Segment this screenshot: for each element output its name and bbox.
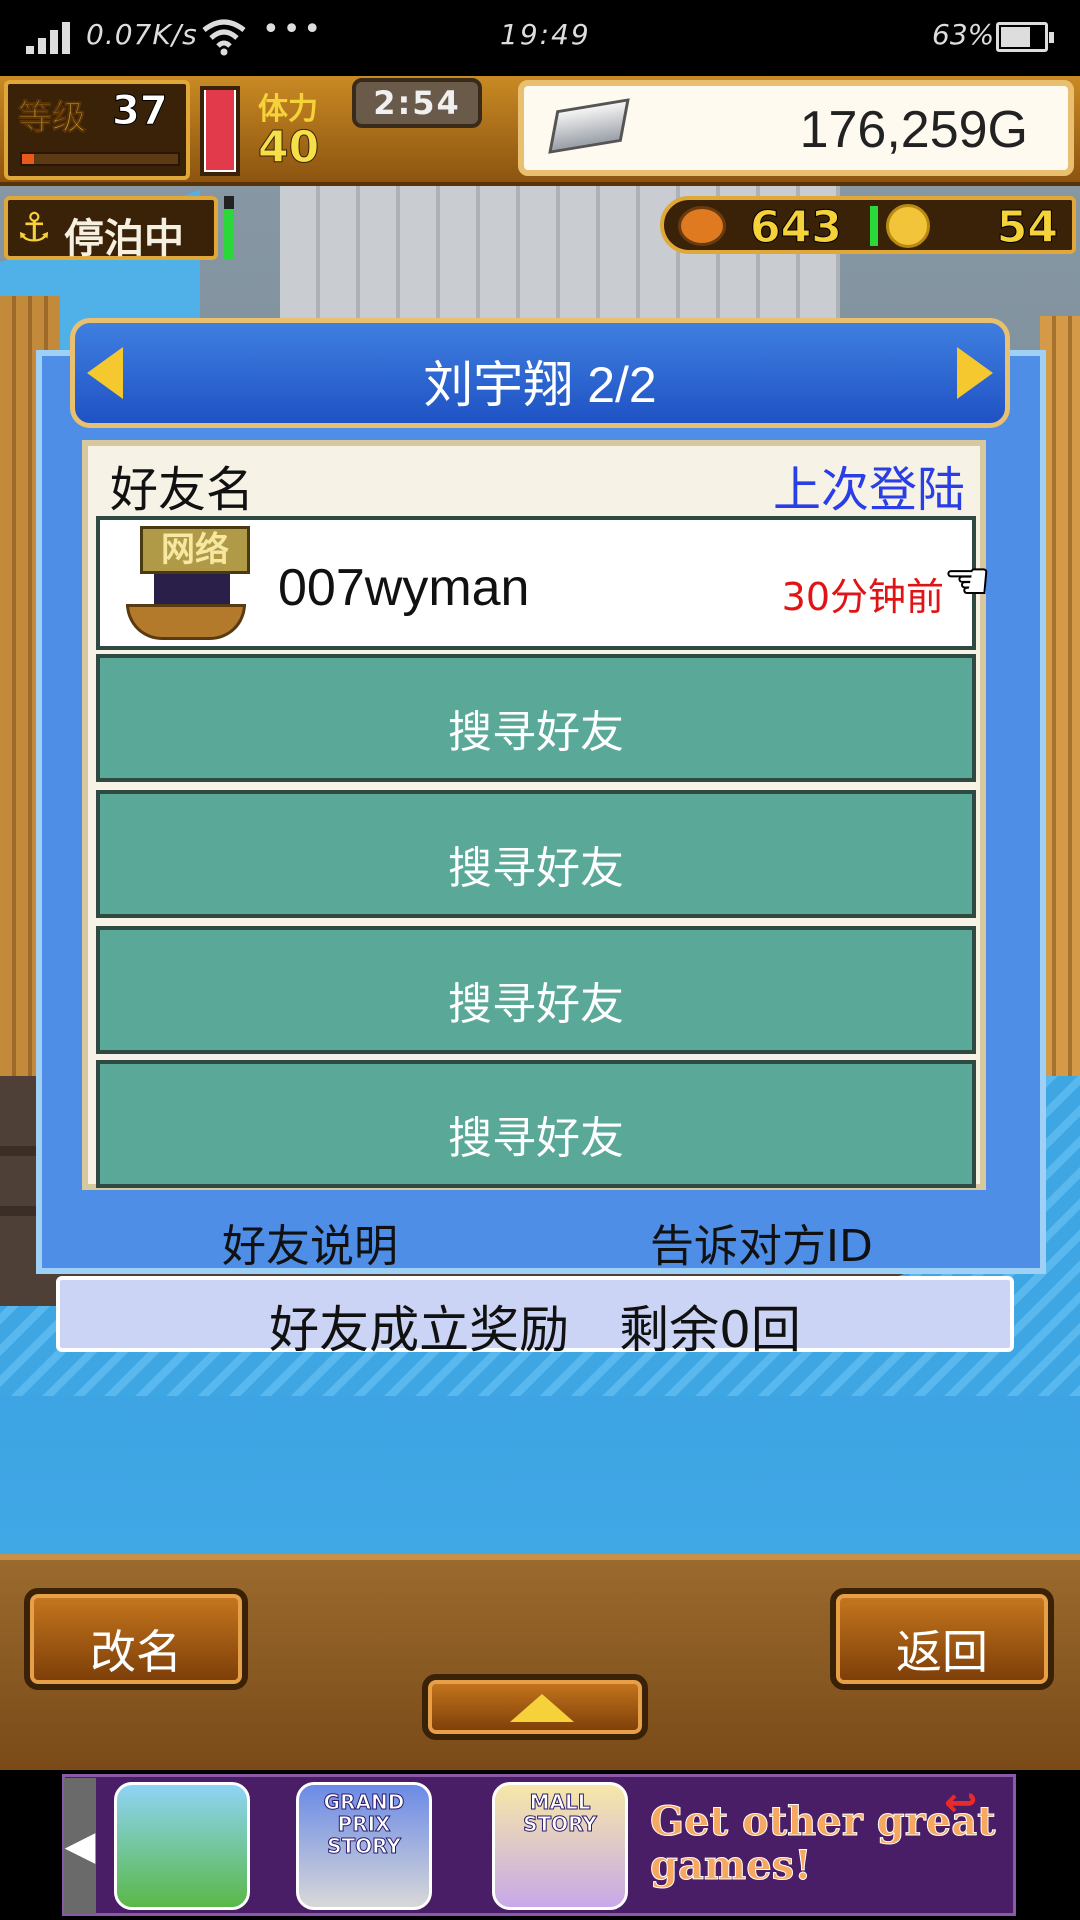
ad-banner[interactable]: ◀ GRAND PRIX STORY MALL STORY Get other … — [0, 1770, 1080, 1920]
search-friend-slot[interactable]: 搜寻好友 — [96, 1060, 976, 1188]
search-friend-label: 搜寻好友 — [448, 1113, 624, 1164]
rename-button[interactable]: 改名 — [24, 1588, 248, 1690]
search-friend-slot[interactable]: 搜寻好友 — [96, 926, 976, 1054]
battery-icon — [996, 22, 1054, 52]
network-speed: 0.07K/s — [86, 18, 198, 51]
stamina-value: 40 — [257, 122, 320, 174]
rename-label: 改名 — [90, 1625, 182, 1679]
dialog-header: 刘宇翔 2/2 — [70, 318, 1010, 428]
expand-menu-button[interactable] — [422, 1674, 648, 1740]
resource-panel: 643 54 — [660, 196, 1076, 254]
stamina-gauge — [200, 86, 240, 176]
ad-prev-arrow-icon[interactable]: ◀ — [64, 1778, 96, 1914]
friend-ship-avatar: 网络 — [114, 524, 254, 646]
level-label: 等级 — [18, 98, 87, 139]
food-value: 643 — [750, 202, 843, 254]
level-value: 37 — [112, 88, 169, 135]
network-badge: 网络 — [140, 526, 250, 574]
search-friend-slot[interactable]: 搜寻好友 — [96, 790, 976, 918]
battery-percent: 63% — [932, 18, 995, 51]
friend-help-link[interactable]: 好友说明 — [222, 1210, 398, 1274]
dialog-title: 刘宇翔 2/2 — [423, 357, 657, 413]
more-icon: ••• — [262, 12, 325, 47]
search-friend-label: 搜寻好友 — [448, 707, 624, 758]
hand-pointer-icon: ☚ — [943, 551, 992, 613]
status-bar: 0.07K/s ••• 19:49 63% — [0, 0, 1080, 76]
medal-icon — [886, 204, 930, 248]
ad-game-mall[interactable]: MALL STORY — [492, 1782, 628, 1910]
moored-status[interactable]: ⚓ 停泊中 — [4, 196, 218, 262]
gold-panel: 176,259G — [518, 80, 1074, 176]
clock: 19:49 — [500, 18, 591, 51]
level-panel: 等级 37 — [4, 80, 190, 180]
column-friend-name: 好友名 — [110, 462, 255, 518]
return-arrow-icon: ↩ — [944, 1780, 978, 1826]
stamina-timer: 2:54 — [352, 78, 482, 128]
search-friend-label: 搜寻好友 — [448, 979, 624, 1030]
ad-game-kingdom[interactable] — [114, 1782, 250, 1910]
green-gauge — [224, 196, 234, 260]
food-icon — [678, 206, 726, 246]
next-arrow-icon[interactable] — [957, 347, 993, 399]
wifi-icon — [202, 19, 246, 56]
silver-bar-icon — [548, 98, 630, 154]
friend-reward-text: 好友成立奖励 剩余0回 — [269, 1301, 801, 1359]
ad-game-title: GRAND PRIX STORY — [323, 1790, 405, 1858]
moored-label: 停泊中 — [64, 216, 184, 262]
gold-value: 176,259G — [799, 101, 1028, 159]
level-progress-bar — [20, 152, 180, 166]
tell-id-link[interactable]: 告诉对方ID — [650, 1210, 873, 1274]
friend-row[interactable]: 网络 007wyman 30分钟前 — [96, 516, 976, 650]
back-button[interactable]: 返回 — [830, 1588, 1054, 1690]
friend-name: 007wyman — [278, 559, 530, 617]
hud-top-bar: 等级 37 体力 40 2:54 176,259G — [0, 76, 1080, 186]
friend-reward-bar: 好友成立奖励 剩余0回 — [56, 1276, 1014, 1359]
search-friend-slot[interactable]: 搜寻好友 — [96, 654, 976, 782]
column-last-login: 上次登陆 — [772, 462, 965, 518]
signal-icon — [26, 22, 74, 54]
anchor-icon: ⚓ — [16, 205, 52, 251]
up-arrow-icon — [510, 1694, 574, 1722]
ad-game-title: MALL STORY — [523, 1790, 598, 1836]
search-friend-label: 搜寻好友 — [448, 843, 624, 894]
medal-value: 54 — [996, 202, 1058, 254]
food-gauge — [870, 206, 878, 246]
back-label: 返回 — [896, 1625, 988, 1679]
friend-last-login: 30分钟前 — [781, 575, 944, 619]
ad-game-grand-prix[interactable]: GRAND PRIX STORY — [296, 1782, 432, 1910]
